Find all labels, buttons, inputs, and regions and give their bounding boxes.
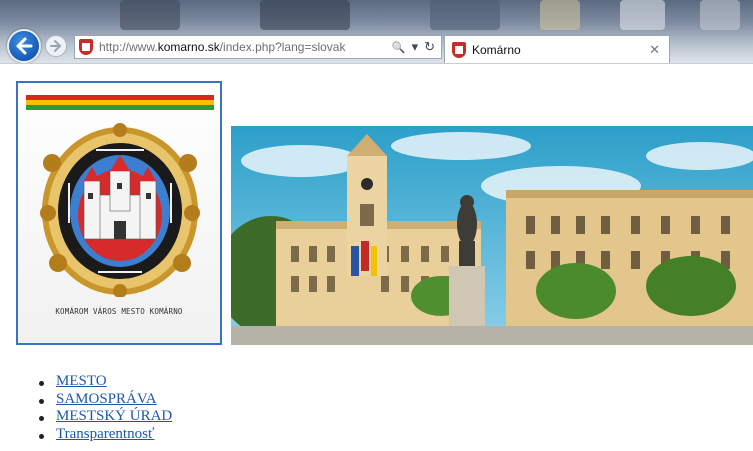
background-blur <box>540 0 580 30</box>
refresh-icon[interactable]: ↻ <box>424 39 435 55</box>
search-icon[interactable]: 🔍 <box>392 41 406 54</box>
background-blur <box>260 0 350 30</box>
nav-item-samosprava: SAMOSPRÁVA <box>36 391 172 409</box>
browser-toolbar: http://www.komarno.sk/index.php?lang=slo… <box>0 0 753 64</box>
back-button[interactable] <box>7 29 41 63</box>
background-blur <box>700 0 740 30</box>
close-tab-icon[interactable]: ✕ <box>649 42 660 58</box>
background-blur <box>120 0 180 30</box>
arrow-left-icon <box>16 37 33 55</box>
arrow-right-icon <box>50 40 62 52</box>
flag-stripe-green <box>26 105 214 110</box>
nav-item-transparentnost: Transparentnosť <box>36 426 172 444</box>
nav-link-mesto[interactable]: MESTO <box>56 373 107 389</box>
coat-of-arms-seal <box>40 123 200 297</box>
main-navigation: MESTO SAMOSPRÁVA MESTSKÝ ÚRAD Transparen… <box>36 373 172 443</box>
tab-title: Komárno <box>472 42 521 57</box>
logo-caption: KOMÁROM VÁROS MESTO KOMÁRNO <box>55 307 183 316</box>
forward-button[interactable] <box>45 35 67 57</box>
nav-link-samosprava[interactable]: SAMOSPRÁVA <box>56 391 157 407</box>
site-favicon-icon <box>79 39 93 55</box>
town-hall-photo <box>231 126 753 345</box>
city-panorama-banner <box>231 126 753 345</box>
nav-link-mestsky-urad[interactable]: MESTSKÝ ÚRAD <box>56 408 172 424</box>
tab-komarno[interactable]: Komárno ✕ <box>444 35 670 63</box>
background-blur <box>430 0 500 30</box>
divider <box>0 63 753 64</box>
site-favicon-icon <box>452 41 466 58</box>
nav-item-mestsky-urad: MESTSKÝ ÚRAD <box>36 408 172 426</box>
nav-link-transparentnost[interactable]: Transparentnosť <box>56 426 154 442</box>
background-blur <box>620 0 665 30</box>
city-logo[interactable]: KOMÁROM VÁROS MESTO KOMÁRNO <box>16 81 222 345</box>
address-bar[interactable]: http://www.komarno.sk/index.php?lang=slo… <box>74 35 442 59</box>
nav-item-mesto: MESTO <box>36 373 172 391</box>
dropdown-icon[interactable]: ▾ <box>412 39 419 55</box>
url-text[interactable]: http://www.komarno.sk/index.php?lang=slo… <box>99 40 345 54</box>
